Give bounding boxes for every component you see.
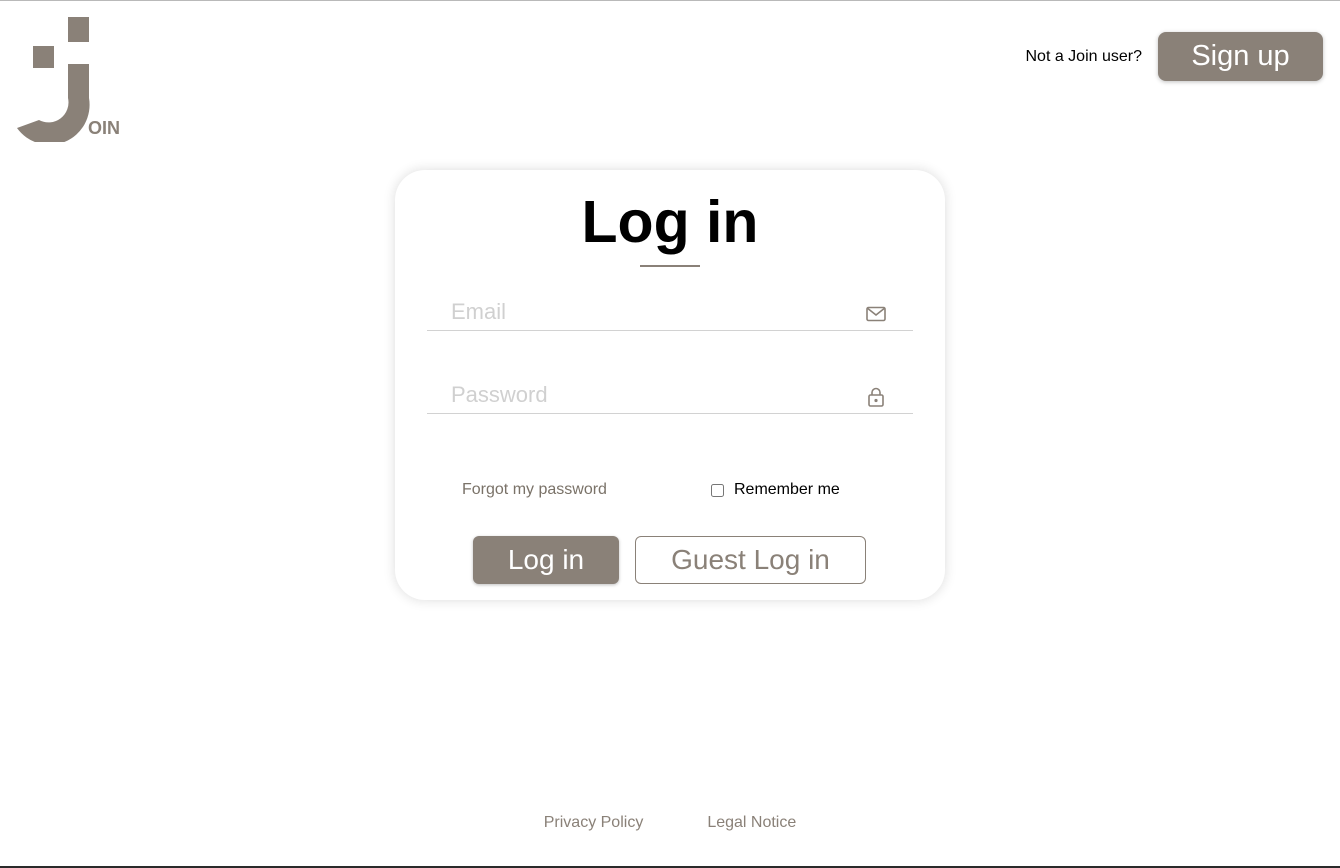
forgot-password-link[interactable]: Forgot my password [462, 481, 607, 499]
guest-login-button[interactable]: Guest Log in [635, 536, 866, 584]
remember-me-checkbox[interactable] [711, 483, 724, 497]
not-a-user-text: Not a Join user? [1025, 47, 1142, 65]
join-logo-icon: OIN [17, 17, 120, 142]
legal-notice-link[interactable]: Legal Notice [707, 814, 796, 832]
footer: Privacy Policy Legal Notice [0, 814, 1340, 832]
login-button[interactable]: Log in [473, 536, 619, 584]
privacy-policy-link[interactable]: Privacy Policy [544, 814, 644, 832]
password-input[interactable] [451, 379, 851, 411]
window-top-border [0, 0, 1340, 1]
header-signup-area: Not a Join user? Sign up [1025, 32, 1323, 81]
lock-icon [868, 387, 884, 407]
title-underline [640, 265, 700, 267]
email-input[interactable] [451, 296, 851, 328]
signup-button[interactable]: Sign up [1158, 32, 1323, 81]
password-field [427, 375, 913, 414]
email-field [427, 292, 913, 331]
logo-text: OIN [88, 118, 120, 138]
login-title: Log in [581, 189, 759, 255]
login-card: Log in Forgot my password Remember me Lo… [395, 170, 945, 600]
remember-me-label: Remember me [734, 481, 840, 498]
join-logo: OIN [16, 16, 126, 142]
mail-icon [866, 306, 886, 322]
remember-me[interactable]: Remember me [711, 481, 840, 499]
